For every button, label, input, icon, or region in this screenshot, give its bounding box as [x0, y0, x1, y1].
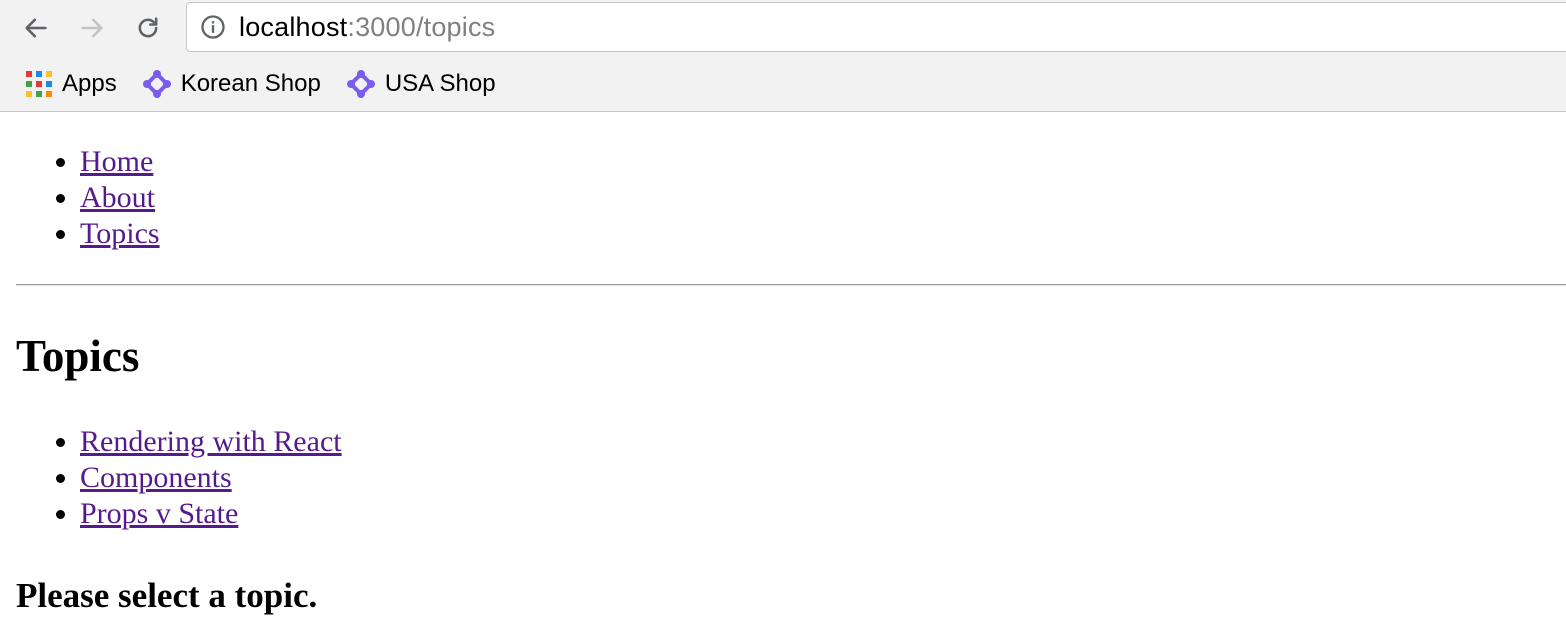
nav-item-home: Home: [80, 144, 1566, 180]
apps-grid-icon: [26, 71, 52, 97]
address-bar[interactable]: localhost:3000/topics: [186, 2, 1566, 52]
home-link[interactable]: Home: [80, 145, 153, 178]
list-item: Components: [80, 460, 1566, 496]
browser-toolbar: localhost:3000/topics: [0, 0, 1566, 58]
reload-icon: [138, 17, 158, 38]
back-button[interactable]: [18, 10, 54, 46]
bookmark-usa-shop[interactable]: USA Shop: [346, 70, 496, 98]
bookmark-apps[interactable]: Apps: [26, 70, 117, 98]
topics-list: Rendering with React Components Props v …: [0, 424, 1566, 532]
topic-link-rendering[interactable]: Rendering with React: [80, 425, 342, 458]
nav-list: Home About Topics: [0, 112, 1566, 252]
bookmark-label: USA Shop: [384, 70, 496, 97]
browser-chrome: localhost:3000/topics Apps Korean Shop U…: [0, 0, 1566, 112]
bookmark-label: Korean Shop: [180, 70, 321, 97]
main-nav: Home About Topics: [0, 112, 1566, 252]
about-link[interactable]: About: [80, 181, 155, 214]
select-topic-prompt: Please select a topic.: [16, 576, 318, 615]
page-title: Topics: [16, 331, 140, 381]
bookmark-korean-shop[interactable]: Korean Shop: [142, 70, 321, 98]
forward-arrow-icon: [81, 18, 103, 38]
bookmarks-bar: Apps Korean Shop USA Shop: [0, 58, 1566, 110]
shop-logo-icon: [142, 70, 171, 98]
shop-logo-icon: [346, 70, 375, 98]
reload-button[interactable]: [130, 10, 166, 46]
url-text[interactable]: localhost:3000/topics: [239, 12, 495, 43]
topic-link-components[interactable]: Components: [80, 461, 232, 494]
nav-item-about: About: [80, 180, 1566, 216]
forward-button[interactable]: [74, 10, 110, 46]
topics-link[interactable]: Topics: [80, 217, 160, 250]
url-host: localhost: [239, 11, 348, 42]
back-arrow-icon: [25, 18, 47, 38]
topic-link-props-state[interactable]: Props v State: [80, 497, 238, 530]
list-item: Props v State: [80, 496, 1566, 532]
info-icon[interactable]: [199, 13, 227, 41]
list-item: Rendering with React: [80, 424, 1566, 460]
divider: [16, 284, 1566, 286]
page-content: Home About Topics Topics Rendering with …: [0, 112, 1566, 616]
bookmark-label: Apps: [62, 70, 117, 97]
nav-item-topics: Topics: [80, 216, 1566, 252]
topics-nav: Rendering with React Components Props v …: [0, 424, 1566, 532]
url-path: :3000/topics: [347, 11, 496, 42]
